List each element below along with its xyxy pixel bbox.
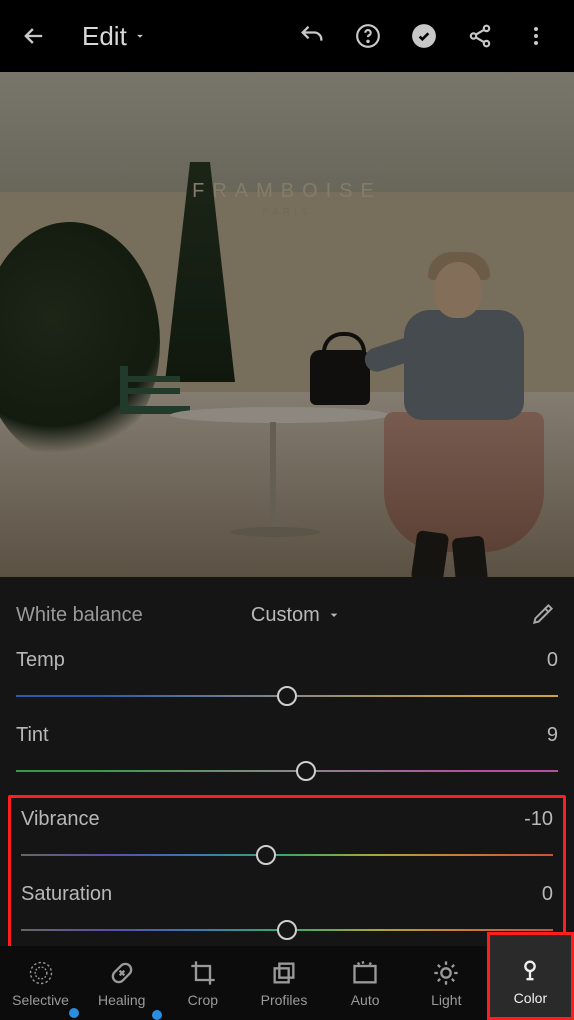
- top-bar: Edit: [0, 0, 574, 72]
- share-button[interactable]: [456, 12, 504, 60]
- chevron-down-icon: [326, 607, 342, 623]
- temp-label: Temp: [16, 649, 65, 672]
- tool-label: Auto: [351, 992, 380, 1008]
- white-balance-row: White balance Custom: [6, 595, 568, 645]
- photo-preview[interactable]: FRAMBOISE PARIS: [0, 72, 574, 577]
- vibrance-slider[interactable]: Vibrance -10: [11, 804, 563, 879]
- tool-profiles[interactable]: Profiles: [243, 946, 324, 1020]
- tool-auto[interactable]: Auto: [325, 946, 406, 1020]
- selective-icon: [26, 958, 56, 988]
- white-balance-mode: Custom: [251, 604, 320, 627]
- tint-value: 9: [547, 724, 558, 747]
- tool-label: Profiles: [261, 992, 308, 1008]
- saturation-value: 0: [542, 883, 553, 906]
- mode-label: Edit: [82, 21, 127, 52]
- temp-knob[interactable]: [277, 686, 297, 706]
- crop-icon: [188, 958, 218, 988]
- white-balance-label: White balance: [16, 604, 143, 627]
- approve-button[interactable]: [400, 12, 448, 60]
- tint-label: Tint: [16, 724, 49, 747]
- vibrance-label: Vibrance: [21, 808, 100, 831]
- undo-button[interactable]: [288, 12, 336, 60]
- chevron-down-icon: [133, 29, 147, 43]
- tool-label: Healing: [98, 992, 145, 1008]
- vibrance-value: -10: [524, 808, 553, 831]
- help-button[interactable]: [344, 12, 392, 60]
- healing-icon: [107, 958, 137, 988]
- tint-knob[interactable]: [296, 761, 316, 781]
- tool-selective[interactable]: Selective: [0, 946, 81, 1020]
- tool-bar: Selective Healing Crop Profiles Auto Lig…: [0, 946, 574, 1020]
- tool-label: Selective: [12, 992, 69, 1008]
- highlight-annotation: Vibrance -10 Saturation 0: [8, 795, 566, 959]
- eyedropper-button[interactable]: [530, 601, 558, 629]
- auto-icon: [350, 958, 380, 988]
- saturation-label: Saturation: [21, 883, 112, 906]
- mode-dropdown[interactable]: Edit: [82, 21, 147, 52]
- tool-light[interactable]: Light: [406, 946, 487, 1020]
- tool-crop[interactable]: Crop: [162, 946, 243, 1020]
- vibrance-knob[interactable]: [256, 845, 276, 865]
- white-balance-dropdown[interactable]: Custom: [251, 604, 342, 627]
- saturation-knob[interactable]: [277, 920, 297, 940]
- tint-slider[interactable]: Tint 9: [6, 720, 568, 795]
- temp-value: 0: [547, 649, 558, 672]
- temp-slider[interactable]: Temp 0: [6, 645, 568, 720]
- profiles-icon: [269, 958, 299, 988]
- tool-label: Color: [514, 990, 547, 1006]
- light-icon: [431, 958, 461, 988]
- tool-healing[interactable]: Healing: [81, 946, 162, 1020]
- color-icon: [515, 956, 545, 986]
- tool-label: Crop: [188, 992, 218, 1008]
- back-button[interactable]: [14, 16, 54, 56]
- saturation-slider[interactable]: Saturation 0: [11, 879, 563, 954]
- controls-panel: White balance Custom Temp 0 Tint 9: [0, 577, 574, 959]
- tool-label: Light: [431, 992, 461, 1008]
- overflow-menu-button[interactable]: [512, 12, 560, 60]
- tool-color[interactable]: Color: [487, 932, 574, 1020]
